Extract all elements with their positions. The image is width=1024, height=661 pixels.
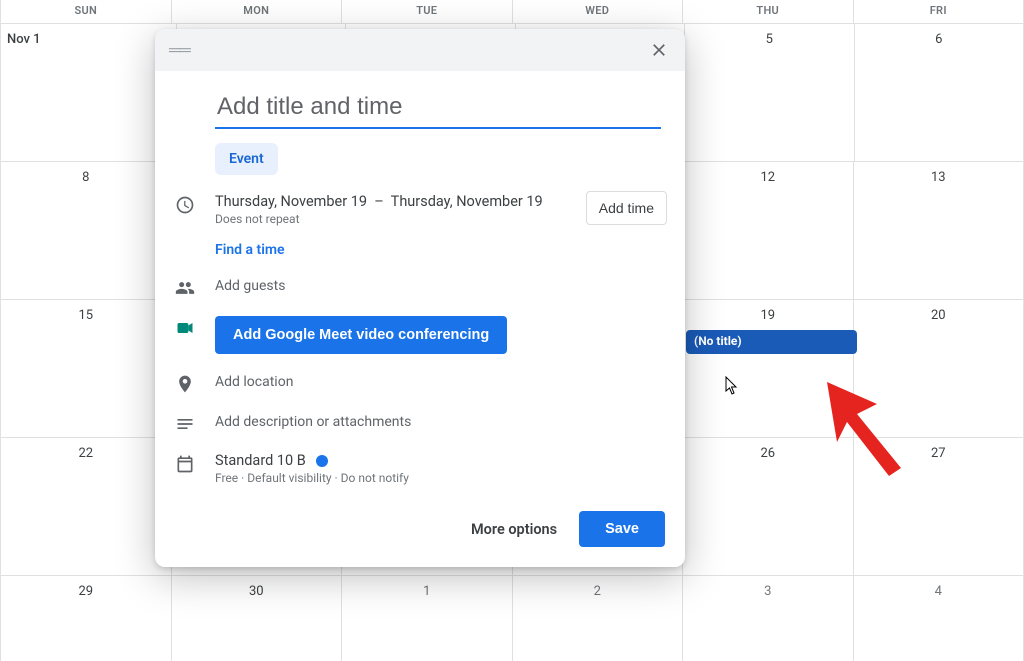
calendar-cell[interactable]: 4 [854, 576, 1024, 661]
calendar-cell[interactable]: 5 [685, 24, 855, 161]
event-type-chip[interactable]: Event [215, 143, 278, 175]
location-icon [173, 372, 197, 394]
calendar-cell[interactable]: 15 [0, 300, 172, 437]
day-number: 5 [766, 32, 773, 47]
drag-handle-icon[interactable]: ══ [169, 40, 190, 60]
calendar-cell[interactable]: 3 [683, 576, 854, 661]
day-header: FRI [854, 0, 1024, 23]
day-number: 30 [249, 584, 264, 599]
calendar-cell[interactable]: 1 [342, 576, 513, 661]
calendar-icon [173, 452, 197, 474]
calendar-cell[interactable]: 12 [683, 162, 854, 299]
calendar-cell[interactable]: 19 (No title) [683, 300, 854, 437]
clock-icon [173, 193, 197, 215]
day-number: 26 [760, 446, 775, 461]
find-a-time-link[interactable]: Find a time [215, 242, 568, 258]
event-title-input[interactable] [215, 89, 661, 129]
description-icon [173, 412, 197, 434]
calendar-day-header-row: SUN MON TUE WED THU FRI [0, 0, 1024, 24]
day-number: 6 [935, 32, 942, 47]
calendar-cell[interactable]: 26 [683, 438, 854, 575]
add-location-field[interactable]: Add location [215, 372, 667, 390]
close-button[interactable] [641, 32, 677, 68]
event-end-date[interactable]: Thursday, November 19 [391, 193, 543, 210]
day-header: WED [513, 0, 684, 23]
calendar-cell[interactable]: 2 [513, 576, 684, 661]
calendar-cell[interactable]: 20 [854, 300, 1024, 437]
calendar-cell[interactable]: 30 [172, 576, 343, 661]
day-number: 8 [82, 170, 89, 185]
day-number: 3 [764, 584, 771, 599]
calendar-cell[interactable]: 22 [0, 438, 172, 575]
day-number: 1 [423, 584, 430, 599]
calendar-cell[interactable]: 8 [0, 162, 172, 299]
more-options-button[interactable]: More options [471, 521, 557, 538]
day-number: 15 [78, 308, 93, 323]
day-number: 27 [931, 446, 946, 461]
add-google-meet-button[interactable]: Add Google Meet video conferencing [215, 316, 507, 354]
popover-header: ══ [155, 29, 685, 71]
calendar-cell[interactable]: 27 [854, 438, 1024, 575]
day-number: Nov 1 [7, 32, 41, 47]
mouse-cursor-icon [725, 376, 739, 396]
add-description-field[interactable]: Add description or attachments [215, 412, 667, 430]
calendar-cell[interactable]: 6 [855, 24, 1024, 161]
quick-create-popover: ══ Event Thursday, November 19 – Thursda… [155, 29, 685, 567]
day-number: 12 [760, 170, 775, 185]
calendar-week-row: 29 30 1 2 3 4 [0, 576, 1024, 661]
day-number: 2 [594, 584, 601, 599]
day-number: 19 [760, 308, 775, 323]
people-icon [173, 276, 197, 298]
add-guests-field[interactable]: Add guests [215, 276, 667, 294]
calendar-cell[interactable]: 13 [854, 162, 1024, 299]
calendar-name[interactable]: Standard 10 B [215, 452, 306, 469]
day-number: 20 [931, 308, 946, 323]
day-header: THU [683, 0, 854, 23]
repeat-text[interactable]: Does not repeat [215, 212, 568, 226]
add-time-button[interactable]: Add time [586, 191, 667, 225]
calendar-color-dot [316, 455, 328, 467]
date-separator: – [374, 193, 384, 210]
day-header: SUN [0, 0, 172, 23]
day-number: 29 [78, 584, 93, 599]
close-icon [649, 40, 669, 60]
google-meet-icon [173, 316, 197, 338]
event-chip[interactable]: (No title) [686, 330, 857, 354]
visibility-line[interactable]: Free · Default visibility · Do not notif… [215, 471, 667, 485]
day-header: TUE [342, 0, 513, 23]
day-number: 22 [78, 446, 93, 461]
day-number: 13 [931, 170, 946, 185]
day-header: MON [172, 0, 343, 23]
calendar-cell[interactable]: Nov 1 [0, 24, 177, 161]
event-start-date[interactable]: Thursday, November 19 [215, 193, 367, 210]
calendar-cell[interactable]: 29 [0, 576, 172, 661]
save-button[interactable]: Save [579, 511, 665, 547]
day-number: 4 [935, 584, 942, 599]
